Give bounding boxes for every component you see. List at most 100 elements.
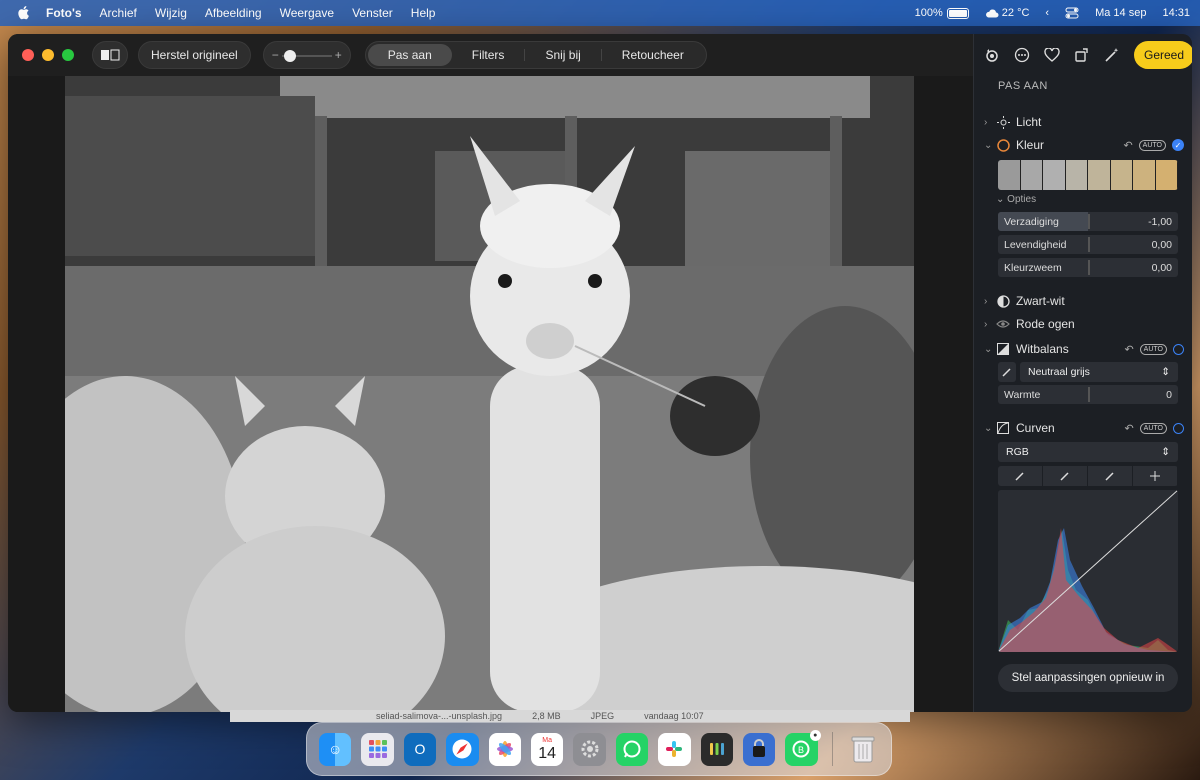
- slider-warmte[interactable]: Warmte 0: [998, 385, 1178, 404]
- minimize-window-button[interactable]: [42, 49, 54, 61]
- launchpad-icon[interactable]: [361, 732, 394, 766]
- section-zwartwit[interactable]: › Zwart-wit: [984, 291, 1184, 311]
- add-point-button[interactable]: [1133, 466, 1178, 486]
- svg-text:B: B: [798, 745, 804, 755]
- done-button[interactable]: Gereed: [1134, 41, 1192, 69]
- battery-percent: 100%: [914, 7, 943, 19]
- auto-button[interactable]: AUTO: [1139, 343, 1167, 355]
- enable-toggle-icon[interactable]: [1173, 422, 1184, 434]
- enabled-check-icon[interactable]: ✓: [1172, 139, 1184, 151]
- chevron-right-icon[interactable]: ›: [984, 319, 996, 330]
- calendar-icon[interactable]: Ma 14: [530, 732, 564, 766]
- witbalans-select[interactable]: Neutraal grijs ⇕: [1020, 362, 1178, 382]
- menu-weergave[interactable]: Weergave: [280, 6, 334, 20]
- zoom-slider-knob[interactable]: [283, 50, 296, 62]
- chevron-down-icon[interactable]: ⌄: [984, 344, 996, 355]
- chevron-right-icon[interactable]: ›: [984, 296, 996, 307]
- curven-eyedroppers: [998, 466, 1178, 486]
- section-kleur-label: Kleur: [1016, 138, 1045, 152]
- time[interactable]: 14:31: [1162, 7, 1190, 19]
- safari-icon[interactable]: [446, 732, 479, 766]
- tab-filters[interactable]: Filters: [452, 44, 525, 66]
- zoom-slider[interactable]: − +: [262, 41, 351, 69]
- finder-icon[interactable]: ☺: [319, 732, 352, 766]
- section-witbalans[interactable]: ⌄ Witbalans ↶ AUTO: [984, 339, 1184, 359]
- reset-adjustments-button[interactable]: Stel aanpassingen opnieuw in: [998, 664, 1178, 692]
- chevron-down-icon[interactable]: ⌄: [984, 140, 996, 151]
- white-point-eyedropper[interactable]: [1088, 466, 1133, 486]
- curven-channel-row: RGB ⇕: [998, 442, 1178, 462]
- sun-icon: [996, 115, 1010, 129]
- section-kleur[interactable]: ⌄ Kleur ↶ AUTO ✓: [984, 135, 1184, 155]
- rotate-icon[interactable]: [1074, 46, 1090, 64]
- auto-button[interactable]: AUTO: [1138, 139, 1166, 151]
- slider-levendigheid[interactable]: Levendigheid 0,00: [998, 235, 1178, 254]
- undo-icon[interactable]: ↶: [1124, 422, 1133, 435]
- calendar-day: 14: [538, 744, 557, 762]
- finder-filename: seliad-salimova-...-unsplash.jpg: [376, 711, 503, 721]
- chevron-down-icon[interactable]: ⌄: [984, 423, 996, 434]
- adjust-sidebar: Gereed PAS AAN › Licht ⌄ Kleur ↶ AUTO ✓: [973, 34, 1192, 712]
- slider-value: 0: [1166, 388, 1172, 401]
- whatsapp-icon[interactable]: [615, 732, 649, 766]
- alpaca-photo[interactable]: [65, 76, 914, 712]
- menu-venster[interactable]: Venster: [352, 6, 393, 20]
- heart-icon[interactable]: [1044, 46, 1060, 64]
- enable-toggle-icon[interactable]: [1173, 343, 1184, 355]
- menu-wijzig[interactable]: Wijzig: [155, 6, 187, 20]
- black-point-eyedropper[interactable]: [998, 466, 1043, 486]
- vpn-icon[interactable]: [742, 732, 776, 766]
- more-options-icon[interactable]: [1014, 46, 1030, 64]
- tab-retoucheer[interactable]: Retoucheer: [602, 44, 704, 66]
- apple-icon[interactable]: [16, 6, 30, 20]
- whatsapp-business-icon[interactable]: B ●: [785, 729, 821, 766]
- menu-help[interactable]: Help: [411, 6, 436, 20]
- slider-kleurzweem[interactable]: Kleurzweem 0,00: [998, 258, 1178, 277]
- rotate-reset-icon[interactable]: [984, 46, 1000, 64]
- undo-icon[interactable]: ↶: [1124, 343, 1133, 356]
- photos-icon[interactable]: [488, 732, 521, 766]
- outlook-icon[interactable]: O: [403, 732, 437, 766]
- section-licht[interactable]: › Licht: [984, 112, 1184, 132]
- slack-icon[interactable]: [658, 732, 691, 766]
- chevron-left-icon[interactable]: ‹: [1045, 7, 1049, 19]
- opties-toggle[interactable]: ⌄ Opties: [996, 194, 1036, 205]
- curven-channel-select[interactable]: RGB ⇕: [998, 442, 1178, 462]
- slider-verzadiging[interactable]: Verzadiging -1,00: [998, 212, 1178, 231]
- eyedropper-button[interactable]: [998, 362, 1016, 382]
- temperature: 22 °C: [1001, 7, 1030, 19]
- trash-icon[interactable]: [847, 733, 879, 766]
- section-rodeogen[interactable]: › Rode ogen: [984, 314, 1184, 334]
- control-center-icon[interactable]: [1065, 7, 1079, 19]
- zoom-out-icon[interactable]: −: [272, 48, 279, 62]
- slider-label: Warmte: [1004, 388, 1041, 401]
- menu-photos[interactable]: Foto's: [46, 6, 82, 20]
- updown-chevron-icon: ⇕: [1161, 446, 1170, 458]
- auto-button[interactable]: AUTO: [1139, 422, 1167, 434]
- compare-button[interactable]: [92, 41, 128, 69]
- battery-status[interactable]: 100%: [915, 7, 969, 19]
- slider-value: -1,00: [1148, 215, 1172, 228]
- sidebar-title: PAS AAN: [998, 80, 1048, 92]
- restore-original-button[interactable]: Herstel origineel: [138, 41, 251, 69]
- undo-icon[interactable]: ↶: [1123, 139, 1132, 152]
- fullscreen-window-button[interactable]: [62, 49, 74, 61]
- close-window-button[interactable]: [22, 49, 34, 61]
- gray-point-eyedropper[interactable]: [1043, 466, 1088, 486]
- zoom-in-icon[interactable]: +: [335, 48, 342, 62]
- kleur-thumbnail-strip[interactable]: [998, 160, 1178, 190]
- menu-afbeelding[interactable]: Afbeelding: [205, 6, 262, 20]
- keychain-icon[interactable]: [700, 732, 733, 766]
- settings-icon[interactable]: [573, 732, 606, 766]
- tab-snij-bij[interactable]: Snij bij: [525, 44, 600, 66]
- magic-wand-icon[interactable]: [1104, 46, 1120, 64]
- eyedropper-icon: [1015, 472, 1024, 481]
- tab-pas-aan[interactable]: Pas aan: [367, 44, 452, 66]
- menu-archief[interactable]: Archief: [100, 6, 137, 20]
- section-curven[interactable]: ⌄ Curven ↶ AUTO: [984, 418, 1184, 438]
- chevron-right-icon[interactable]: ›: [984, 117, 996, 128]
- weather-widget[interactable]: 22 °C: [985, 7, 1030, 19]
- date[interactable]: Ma 14 sep: [1095, 7, 1146, 19]
- curves-histogram[interactable]: [998, 490, 1178, 652]
- crosshair-icon: [1150, 471, 1160, 481]
